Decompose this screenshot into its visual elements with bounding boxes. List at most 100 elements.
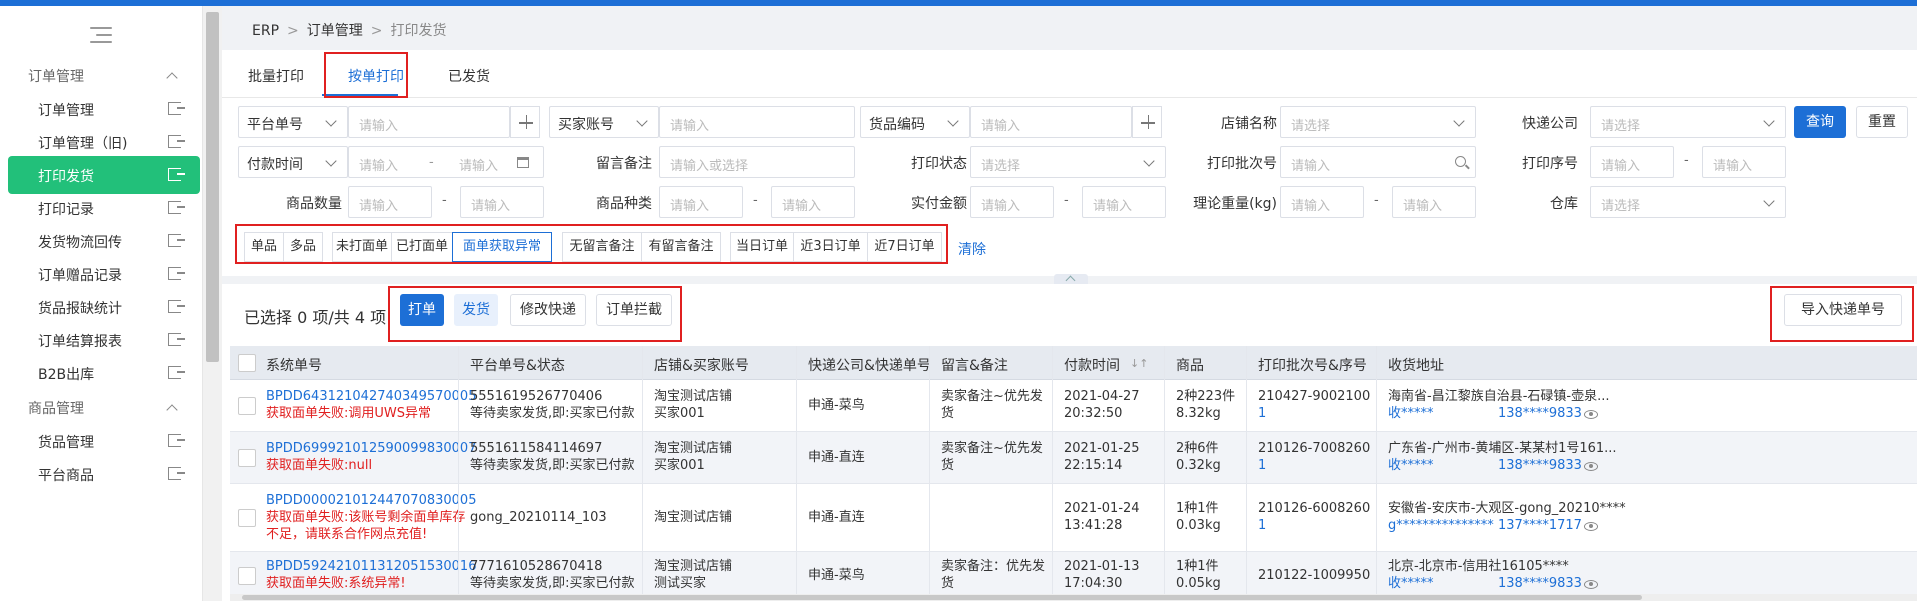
tab-batch-print[interactable]: 批量打印 bbox=[248, 66, 304, 86]
sys-order-link[interactable]: BPDD592421011312051530016 bbox=[266, 558, 476, 575]
row-checkbox[interactable] bbox=[238, 567, 256, 585]
open-icon bbox=[168, 201, 185, 214]
amount-from[interactable]: 请输入 bbox=[970, 186, 1054, 218]
row-checkbox[interactable] bbox=[238, 509, 256, 527]
tab-shipped[interactable]: 已发货 bbox=[448, 66, 490, 86]
reset-button[interactable]: 重置 bbox=[1856, 106, 1908, 138]
quick-filter-3days[interactable]: 近3日订单 bbox=[793, 232, 868, 262]
order-status: 等待卖家发货,即:买家已付款 bbox=[470, 458, 635, 473]
selection-count: 已选择 0 项/共 4 项 bbox=[244, 308, 387, 327]
open-icon bbox=[168, 102, 185, 115]
ship-button[interactable]: 发货 bbox=[454, 294, 498, 326]
amount-to[interactable]: 请输入 bbox=[1082, 186, 1166, 218]
receiver-phone: 137****1717 bbox=[1498, 518, 1582, 533]
qty-from[interactable]: 请输入 bbox=[348, 186, 432, 218]
quick-filter-single[interactable]: 单品 bbox=[244, 232, 284, 262]
goods-code-select[interactable]: 货品编码 bbox=[860, 106, 970, 138]
shop-name: 淘宝测试店铺 bbox=[654, 441, 733, 456]
warehouse-select[interactable]: 请选择 bbox=[1590, 186, 1786, 218]
batch-no-input[interactable]: 请输入 bbox=[1280, 146, 1476, 178]
kinds-from[interactable]: 请输入 bbox=[659, 186, 743, 218]
platform-no-input[interactable]: 请输入 bbox=[348, 106, 510, 138]
goods-weight: 0.32kg bbox=[1176, 458, 1221, 473]
sidebar: 订单管理 订单管理 订单管理（旧) 打印发货 打印记录 发货物流回传 订单赠品记… bbox=[0, 6, 203, 601]
quick-filter-printed[interactable]: 已打面单 bbox=[391, 232, 453, 262]
sys-order-link[interactable]: BPDD699921012590099830007 bbox=[266, 440, 476, 457]
sidebar-group-orders[interactable]: 订单管理 bbox=[28, 66, 84, 86]
sort-icon[interactable] bbox=[1130, 356, 1144, 370]
amount-label: 实付金额 bbox=[911, 196, 967, 212]
quick-filter-7days[interactable]: 近7日订单 bbox=[867, 232, 942, 262]
sys-order-link[interactable]: BPDD000021012447070830005 bbox=[266, 492, 476, 509]
quick-filter-unprinted[interactable]: 未打面单 bbox=[332, 232, 392, 262]
print-status-select[interactable]: 请选择 bbox=[970, 146, 1166, 178]
menu-toggle-icon[interactable] bbox=[90, 24, 112, 46]
express-company: 申通-直连 bbox=[808, 450, 865, 465]
add-icon[interactable] bbox=[1132, 106, 1162, 138]
table-row[interactable]: BPDD592421011312051530016 获取面单失败:系统异常! 7… bbox=[230, 552, 1917, 600]
qty-to[interactable]: 请输入 bbox=[460, 186, 544, 218]
kinds-to[interactable]: 请输入 bbox=[771, 186, 855, 218]
quick-filter-today[interactable]: 当日订单 bbox=[730, 232, 794, 262]
eye-icon[interactable] bbox=[1584, 522, 1598, 531]
table-row[interactable]: BPDD699921012590099830007 获取面单失败:null 55… bbox=[230, 432, 1917, 484]
chevron-up-icon[interactable] bbox=[166, 72, 178, 84]
modify-express-button[interactable]: 修改快递 bbox=[510, 294, 586, 326]
express-select[interactable]: 请选择 bbox=[1590, 106, 1786, 138]
buyer-select[interactable]: 买家账号 bbox=[549, 106, 659, 138]
sidebar-item-b2b-out[interactable]: B2B出库 bbox=[8, 354, 200, 392]
row-checkbox[interactable] bbox=[238, 397, 256, 415]
pay-time: 13:41:28 bbox=[1064, 518, 1123, 533]
print-order-button[interactable]: 打单 bbox=[400, 294, 444, 326]
eye-icon[interactable] bbox=[1584, 410, 1598, 419]
breadcrumb-orders[interactable]: 订单管理 bbox=[307, 23, 363, 39]
quick-filter-no-message[interactable]: 无留言备注 bbox=[562, 232, 642, 262]
chevron-up-icon[interactable] bbox=[166, 404, 178, 416]
query-button[interactable]: 查询 bbox=[1794, 106, 1846, 138]
table-row[interactable]: BPDD643121042740349570005 获取面单失败:调用UWS异常… bbox=[230, 380, 1917, 432]
goods-code-input[interactable]: 请输入 bbox=[970, 106, 1132, 138]
row-checkbox[interactable] bbox=[238, 449, 256, 467]
weight-from[interactable]: 请输入 bbox=[1280, 186, 1364, 218]
shop-name: 淘宝测试店铺 bbox=[654, 559, 733, 574]
col-address: 收货地址 bbox=[1388, 358, 1444, 374]
breadcrumb-root[interactable]: ERP bbox=[252, 23, 279, 39]
pay-date: 2021-01-24 bbox=[1064, 501, 1140, 516]
quick-filter-has-message[interactable]: 有留言备注 bbox=[641, 232, 721, 262]
quick-filter-multi[interactable]: 多品 bbox=[283, 232, 323, 262]
quick-filter-waybill-error[interactable]: 面单获取异常 bbox=[452, 232, 552, 262]
message-text-cont: 货 bbox=[941, 406, 955, 421]
sys-order-link[interactable]: BPDD643121042740349570005 bbox=[266, 388, 476, 405]
weight-to[interactable]: 请输入 bbox=[1392, 186, 1476, 218]
print-seq-to[interactable]: 请输入 bbox=[1702, 146, 1786, 178]
sidebar-scroll-thumb[interactable] bbox=[206, 12, 219, 362]
sidebar-item-platform-goods[interactable]: 平台商品 bbox=[8, 455, 200, 493]
print-seq-from[interactable]: 请输入 bbox=[1590, 146, 1674, 178]
chevron-down-icon bbox=[1143, 155, 1155, 167]
message-input[interactable]: 请输入或选择 bbox=[659, 146, 855, 178]
intercept-order-button[interactable]: 订单拦截 bbox=[596, 294, 672, 326]
batch-no: 210122-1009950 bbox=[1258, 568, 1371, 583]
pay-time-range[interactable]: 请输入 - 请输入 bbox=[348, 146, 544, 178]
add-icon[interactable] bbox=[510, 106, 540, 138]
chevron-down-icon bbox=[636, 115, 648, 127]
tab-single-print[interactable]: 按单打印 bbox=[348, 66, 404, 86]
pay-time-select[interactable]: 付款时间 bbox=[238, 146, 348, 178]
eye-icon[interactable] bbox=[1584, 462, 1598, 471]
order-status: 等待卖家发货,即:买家已付款 bbox=[470, 576, 635, 591]
eye-icon[interactable] bbox=[1584, 580, 1598, 589]
table-hscroll-thumb[interactable] bbox=[242, 595, 1642, 600]
select-all-checkbox[interactable] bbox=[238, 354, 256, 372]
collapse-filter-icon[interactable] bbox=[1054, 274, 1088, 284]
col-express: 快递公司&快递单号 bbox=[808, 358, 931, 374]
clear-link[interactable]: 清除 bbox=[958, 239, 986, 259]
express-label: 快递公司 bbox=[1522, 116, 1578, 132]
receiver-phone: 138****9833 bbox=[1498, 406, 1582, 421]
sidebar-group-goods[interactable]: 商品管理 bbox=[28, 398, 84, 418]
shop-select[interactable]: 请选择 bbox=[1280, 106, 1476, 138]
open-icon bbox=[168, 234, 185, 247]
platform-no-select[interactable]: 平台单号 bbox=[238, 106, 348, 138]
table-row[interactable]: BPDD000021012447070830005 获取面单失败:该账号剩余面单… bbox=[230, 484, 1917, 552]
buyer-input[interactable]: 请输入 bbox=[659, 106, 855, 138]
import-express-no-button[interactable]: 导入快递单号 bbox=[1784, 294, 1902, 326]
